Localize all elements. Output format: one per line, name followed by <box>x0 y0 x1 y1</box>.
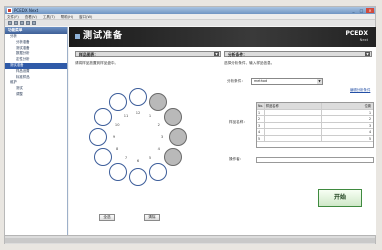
sample-position-number: 1 <box>148 114 152 119</box>
start-button[interactable]: 开始 <box>318 189 362 207</box>
sample-position[interactable] <box>169 128 187 146</box>
edit-conditions-link[interactable]: 编辑分析条件 <box>350 87 370 92</box>
sample-position-number: 8 <box>116 147 119 151</box>
sample-position[interactable] <box>109 162 127 181</box>
conditions-panel-title: 分析条件： ▼ <box>224 51 372 57</box>
column-header-position: 位置 <box>364 104 371 108</box>
row-name-cell <box>265 116 322 122</box>
row-number: 5 <box>257 135 265 141</box>
app-icon <box>7 8 12 13</box>
main-content: 测试准备 PCEDX Next 样品图表： ▼ 请将样品放置到样品盘中。 123… <box>69 27 376 235</box>
sidebar-list: 分析 分析准备 测试准备 数据分析 定性分析 测试准备 样品设置 标准样品 维护 测试 调整 <box>5 34 67 98</box>
row-position-cell: 1 <box>368 110 371 115</box>
column-header-no: No. <box>258 103 265 109</box>
sample-position-number: 7 <box>124 155 128 160</box>
menu-help[interactable]: 帮助(H) <box>61 14 73 19</box>
row-name-cell <box>265 109 322 115</box>
sample-position-number: 12 <box>135 111 141 115</box>
close-button[interactable]: × <box>366 8 374 13</box>
row-number: 4 <box>257 129 265 135</box>
menu-tools[interactable]: 工具(T) <box>43 14 55 19</box>
sample-position[interactable] <box>94 108 113 126</box>
sample-position-number: 4 <box>157 147 160 151</box>
sample-tray: 1 2 3 4 5 6 7 8 9 10 11 12 <box>83 87 193 197</box>
row-number: 2 <box>257 116 265 122</box>
toolbar <box>5 20 375 26</box>
sample-position-number: 2 <box>157 123 160 127</box>
collapse-icon[interactable]: ▼ <box>365 52 370 56</box>
row-position-cell: 2 <box>368 117 371 121</box>
operator-input[interactable] <box>256 157 374 163</box>
sample-position-number: 3 <box>160 135 164 139</box>
row-position-cell: 4 <box>368 130 371 134</box>
sample-position[interactable] <box>89 128 107 146</box>
sample-position-number: 10 <box>114 123 120 127</box>
sample-position[interactable] <box>149 162 167 181</box>
row-position-cell: 5 <box>368 136 371 141</box>
sample-position[interactable] <box>94 148 113 166</box>
method-select[interactable]: method ▼ <box>251 78 323 85</box>
sidebar-header: 功能菜单 <box>5 27 67 34</box>
sample-position-number: 9 <box>112 135 116 139</box>
method-label: 分析条件： <box>227 79 245 83</box>
brand-subtitle: Next <box>359 38 368 42</box>
page-title: 测试准备 <box>83 31 124 41</box>
table-row[interactable]: 55 <box>257 135 373 142</box>
page-header: 测试准备 PCEDX Next <box>69 27 376 47</box>
sample-name-label: 样品名称： <box>229 120 247 124</box>
menu-window[interactable]: 窗口(W) <box>79 14 92 19</box>
toolbar-button-settings-icon[interactable] <box>32 21 36 25</box>
minimize-button[interactable]: _ <box>350 8 357 13</box>
page-icon <box>75 34 80 39</box>
row-number: 1 <box>257 109 265 115</box>
select-all-button[interactable]: 全选 <box>99 214 115 221</box>
sample-table: No. 样品名称 位置 1122334455 <box>256 102 374 148</box>
sample-position[interactable] <box>109 93 127 112</box>
maximize-button[interactable]: □ <box>358 8 365 13</box>
title-bar: PCEDX Next _ □ × <box>5 7 375 14</box>
row-number: 3 <box>257 122 265 128</box>
sidebar-item[interactable]: 调整 <box>5 92 67 98</box>
clear-button[interactable]: 清除 <box>144 214 160 221</box>
window-title: PCEDX Next <box>14 8 39 13</box>
column-header-name: 样品名称 <box>265 103 322 109</box>
conditions-instruction: 选择分析条件，输入样品信息。 <box>224 61 275 65</box>
sample-position-number: 11 <box>123 114 129 119</box>
sample-position-number: 5 <box>148 155 152 160</box>
toolbar-button-save-icon[interactable] <box>20 21 24 25</box>
operator-label: 操作者： <box>229 157 244 161</box>
menu-file[interactable]: 文件(F) <box>7 14 19 19</box>
row-name-cell <box>265 135 322 141</box>
taskbar <box>5 238 375 243</box>
menu-view[interactable]: 查看(V) <box>25 14 37 19</box>
sidebar: 功能菜单 分析 分析准备 测试准备 数据分析 定性分析 测试准备 样品设置 标准样品 维护 测试调… <box>5 27 68 235</box>
brand-logo: PCEDX <box>345 30 368 37</box>
sample-position-number: 6 <box>136 159 140 163</box>
toolbar-button-print-icon[interactable] <box>26 21 30 25</box>
sample-chart-panel-title: 样品图表： ▼ <box>75 51 221 57</box>
sample-chart-title: 样品图表： <box>79 52 98 57</box>
row-position-cell: 3 <box>368 123 371 128</box>
collapse-icon[interactable]: ▼ <box>214 52 219 56</box>
method-value: method <box>254 79 268 83</box>
sample-position[interactable] <box>129 168 147 186</box>
application-window: PCEDX Next _ □ × 文件(F) 查看(V) 工具(T) 帮助(H)… <box>4 6 376 244</box>
sample-position[interactable] <box>163 148 182 166</box>
sample-position[interactable] <box>129 88 147 106</box>
row-name-cell <box>265 122 322 128</box>
toolbar-button-open-icon[interactable] <box>14 21 18 25</box>
sample-position[interactable] <box>149 93 167 112</box>
sample-instruction: 请将样品放置到样品盘中。 <box>75 61 119 65</box>
row-name-cell <box>265 129 322 135</box>
chevron-down-icon: ▼ <box>317 79 322 84</box>
sample-position[interactable] <box>163 108 182 126</box>
toolbar-button-new-icon[interactable] <box>8 21 12 25</box>
conditions-title: 分析条件： <box>228 52 247 57</box>
